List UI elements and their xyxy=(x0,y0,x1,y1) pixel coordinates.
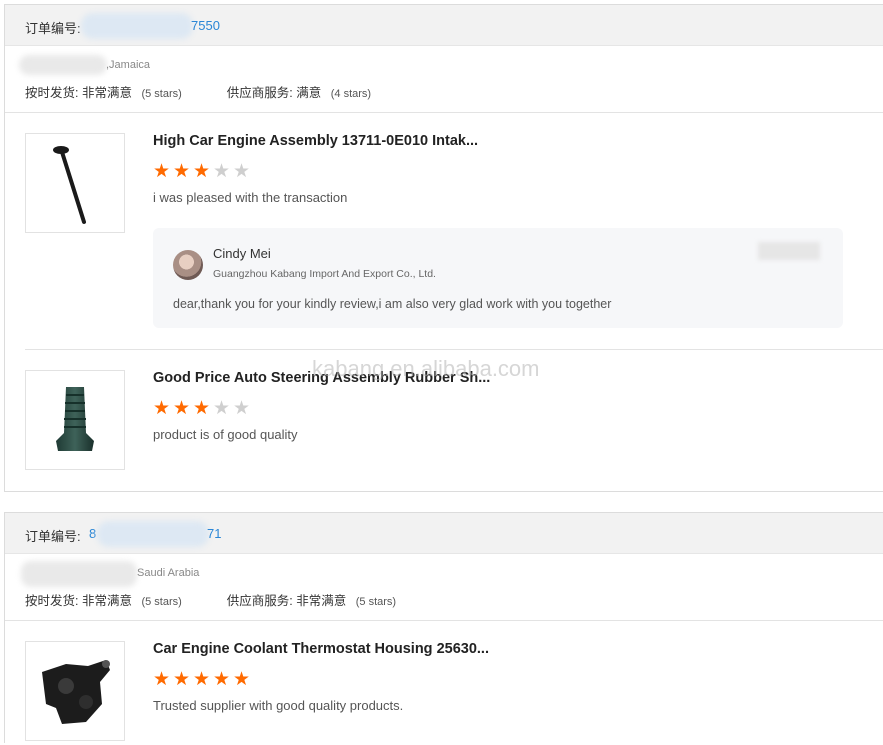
item-divider xyxy=(25,349,883,350)
star-icon: ★ xyxy=(193,161,211,182)
service-value: 非常满意 xyxy=(296,594,347,608)
review-comment: Trusted supplier with good quality produ… xyxy=(153,698,404,713)
star-rating: ★ ★ ★ ★ ★ xyxy=(153,670,253,690)
engine-valve-image xyxy=(53,146,86,224)
star-icon: ★ xyxy=(213,669,231,690)
order-ratings: 按时发货: 非常满意 (5 stars) 供应商服务: 满意 (4 stars) xyxy=(25,82,371,101)
ontime-label: 按时发货: xyxy=(25,86,79,100)
reply-text: dear,thank you for your kindly review,i … xyxy=(173,297,612,311)
star-icon: ★ xyxy=(213,161,231,182)
ontime-value: 非常满意 xyxy=(81,594,132,608)
star-icon: ★ xyxy=(193,398,211,419)
order-card-1: 订单编号: 7550 ,Jamaica 按时发货: 非常满意 (5 stars)… xyxy=(4,4,883,492)
watermark: kabang.en.alibaba.com xyxy=(312,356,540,381)
ontime-stars: (5 stars) xyxy=(141,88,182,100)
product-image[interactable] xyxy=(25,641,125,741)
thermostat-housing-image xyxy=(42,660,110,724)
star-rating: ★ ★ ★ ★ ★ xyxy=(153,162,253,182)
star-rating: ★ ★ ★ ★ ★ xyxy=(153,399,253,419)
reply-author-name: Cindy Mei xyxy=(213,246,271,261)
star-icon: ★ xyxy=(173,161,191,182)
order-number-link[interactable]: 71 xyxy=(207,526,221,541)
service-value: 满意 xyxy=(296,86,322,100)
buyer-country: ,Jamaica xyxy=(106,59,151,71)
ontime-label: 按时发货: xyxy=(25,594,79,608)
service-stars: (4 stars) xyxy=(330,88,372,100)
supplier-reply: Cindy Mei Guangzhou Kabang Import And Ex… xyxy=(153,228,843,328)
product-title[interactable]: High Car Engine Assembly 13711-0E010 Int… xyxy=(153,133,478,149)
order-number-link[interactable]: 7550 xyxy=(191,18,220,33)
product-title[interactable]: Car Engine Coolant Thermostat Housing 25… xyxy=(153,641,489,657)
star-icon: ★ xyxy=(153,161,171,182)
redacted-reply-date xyxy=(758,242,820,260)
star-icon: ★ xyxy=(153,398,171,419)
star-icon: ★ xyxy=(153,669,171,690)
product-image[interactable] xyxy=(25,133,125,233)
avatar xyxy=(173,250,203,280)
star-icon: ★ xyxy=(233,161,251,182)
order-header: 订单编号: 8 71 xyxy=(5,513,883,554)
review-comment: i was pleased with the transaction xyxy=(153,190,348,205)
order-number-label: 订单编号: xyxy=(25,21,81,36)
redacted-order-number xyxy=(81,13,193,39)
star-icon: ★ xyxy=(233,398,251,419)
redacted-order-number xyxy=(97,521,209,547)
star-icon: ★ xyxy=(193,669,211,690)
order-header: 订单编号: 7550 xyxy=(5,5,883,46)
service-label: 供应商服务: xyxy=(226,86,293,100)
ontime-stars: (5 stars) xyxy=(141,596,182,608)
review-comment: product is of good quality xyxy=(153,427,298,442)
section-divider xyxy=(5,620,883,621)
redacted-buyer-name xyxy=(21,561,137,587)
ontime-value: 非常满意 xyxy=(81,86,132,100)
order-ratings: 按时发货: 非常满意 (5 stars) 供应商服务: 非常满意 (5 star… xyxy=(25,590,396,609)
rubber-boot-image xyxy=(56,387,94,451)
star-icon: ★ xyxy=(173,398,191,419)
product-image[interactable] xyxy=(25,370,125,470)
order-number-prefix[interactable]: 8 xyxy=(89,526,96,541)
star-icon: ★ xyxy=(173,669,191,690)
redacted-buyer-name xyxy=(19,55,107,75)
service-stars: (5 stars) xyxy=(355,596,397,608)
service-label: 供应商服务: xyxy=(226,594,293,608)
reply-company: Guangzhou Kabang Import And Export Co., … xyxy=(213,268,436,280)
buyer-country: Saudi Arabia xyxy=(137,567,200,579)
section-divider xyxy=(5,112,883,113)
order-card-2: 订单编号: 8 71 Saudi Arabia 按时发货: 非常满意 (5 st… xyxy=(4,512,883,743)
star-icon: ★ xyxy=(213,398,231,419)
star-icon: ★ xyxy=(233,669,251,690)
order-number-label: 订单编号: xyxy=(25,529,81,544)
